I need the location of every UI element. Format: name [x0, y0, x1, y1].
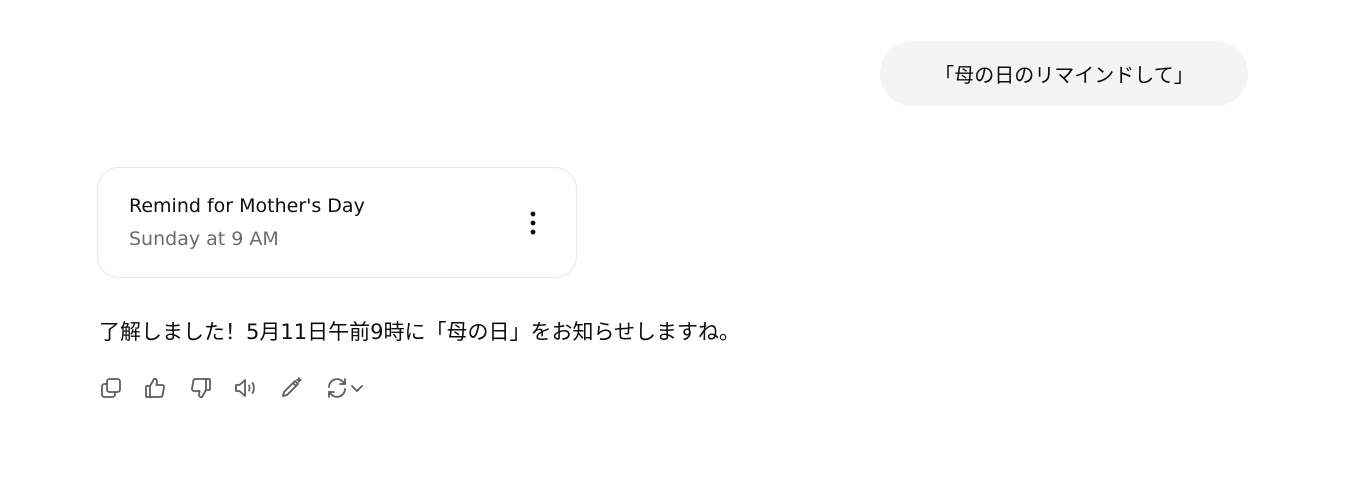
thumbs-up-icon: [145, 377, 165, 398]
user-message-bubble: 「母の日のリマインドして」: [880, 41, 1248, 106]
model-switch-button[interactable]: [347, 374, 367, 402]
copy-button[interactable]: [97, 374, 125, 402]
bad-response-button[interactable]: [187, 374, 215, 402]
copy-icon: [101, 378, 121, 398]
read-aloud-button[interactable]: [232, 374, 260, 402]
edit-icon: [282, 377, 302, 397]
more-vertical-icon: [530, 211, 536, 235]
assistant-message: 了解しました！5月11日午前9時に「母の日」をお知らせしますね。: [99, 320, 741, 344]
reminder-menu-button[interactable]: [521, 208, 545, 238]
good-response-button[interactable]: [141, 374, 169, 402]
thumbs-down-icon: [191, 378, 211, 399]
reminder-schedule: Sunday at 9 AM: [129, 228, 279, 250]
read-aloud-icon: [235, 379, 255, 397]
reminder-card[interactable]: Remind for Mother's Day Sunday at 9 AM: [97, 167, 577, 278]
user-message-text: 「母の日のリマインドして」: [934, 63, 1194, 87]
chevron-down-icon: [351, 385, 363, 392]
regenerate-icon: [328, 378, 346, 398]
edit-canvas-button[interactable]: [277, 374, 305, 402]
reminder-title: Remind for Mother's Day: [129, 195, 365, 217]
